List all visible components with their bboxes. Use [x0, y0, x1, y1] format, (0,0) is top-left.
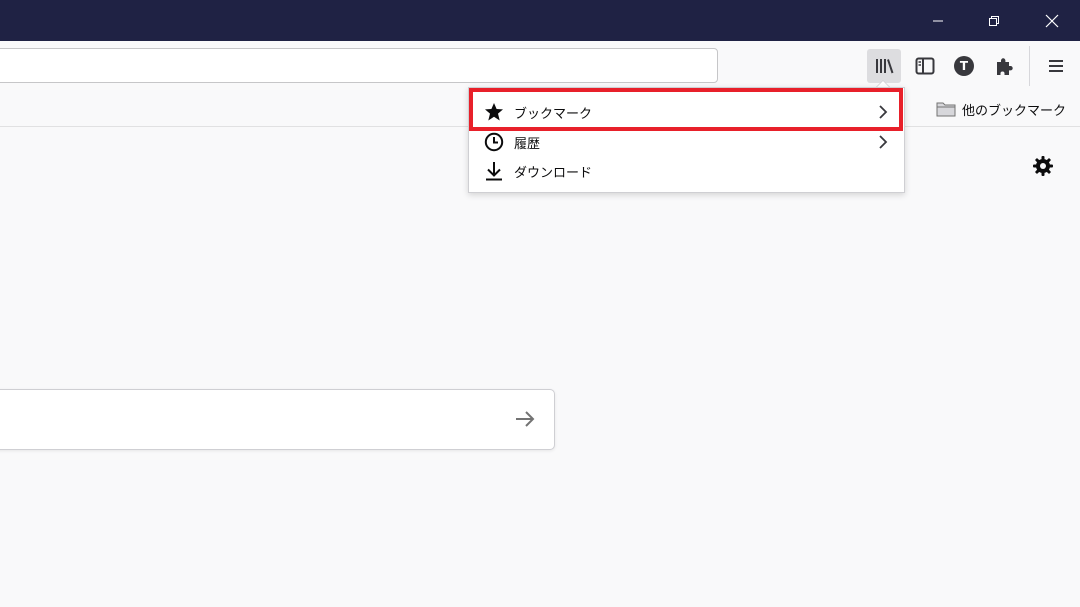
library-item-downloads[interactable]: ダウンロード	[469, 157, 904, 185]
sidebar-icon	[915, 57, 935, 75]
newtab-search-box[interactable]	[0, 389, 555, 450]
library-button[interactable]	[867, 49, 901, 83]
restore-button[interactable]	[966, 0, 1022, 41]
clock-icon	[483, 131, 505, 153]
library-icon	[876, 59, 894, 74]
minimize-button[interactable]	[910, 0, 966, 41]
library-item-label: 履歴	[514, 136, 541, 152]
sidebar-button[interactable]	[908, 49, 942, 83]
other-bookmarks-label: 他のブックマーク	[961, 103, 1066, 119]
arrow-right-icon	[516, 411, 535, 427]
folder-icon	[936, 102, 956, 117]
restore-icon	[989, 15, 999, 26]
chevron-right-icon	[876, 105, 890, 119]
navigation-toolbar: T	[0, 41, 1080, 92]
close-icon	[1045, 14, 1059, 27]
account-button[interactable]: T	[947, 49, 981, 83]
library-item-label: ブックマーク	[514, 106, 593, 122]
extensions-icon	[997, 58, 1013, 75]
library-panel: ブックマーク 履歴 ダウンロード	[468, 87, 905, 193]
url-bar[interactable]	[0, 48, 718, 83]
download-icon	[483, 160, 505, 182]
extensions-button[interactable]	[987, 49, 1021, 83]
star-icon	[483, 101, 505, 123]
gear-icon	[1033, 156, 1053, 176]
close-window-button[interactable]	[1024, 0, 1080, 41]
library-item-bookmarks[interactable]: ブックマーク	[469, 98, 904, 126]
hamburger-menu-icon	[1049, 60, 1063, 72]
search-go-button[interactable]	[512, 406, 538, 432]
title-bar	[0, 0, 1080, 41]
newtab-settings-button[interactable]	[1030, 153, 1056, 179]
library-item-label: ダウンロード	[514, 165, 593, 181]
library-item-history[interactable]: 履歴	[469, 128, 904, 156]
toolbar-separator	[1029, 46, 1030, 86]
minimize-icon	[933, 20, 943, 21]
other-bookmarks-button[interactable]: 他のブックマーク	[936, 92, 1066, 126]
menu-button[interactable]	[1039, 49, 1073, 83]
chevron-right-icon	[876, 135, 890, 149]
account-letter: T	[959, 59, 969, 73]
